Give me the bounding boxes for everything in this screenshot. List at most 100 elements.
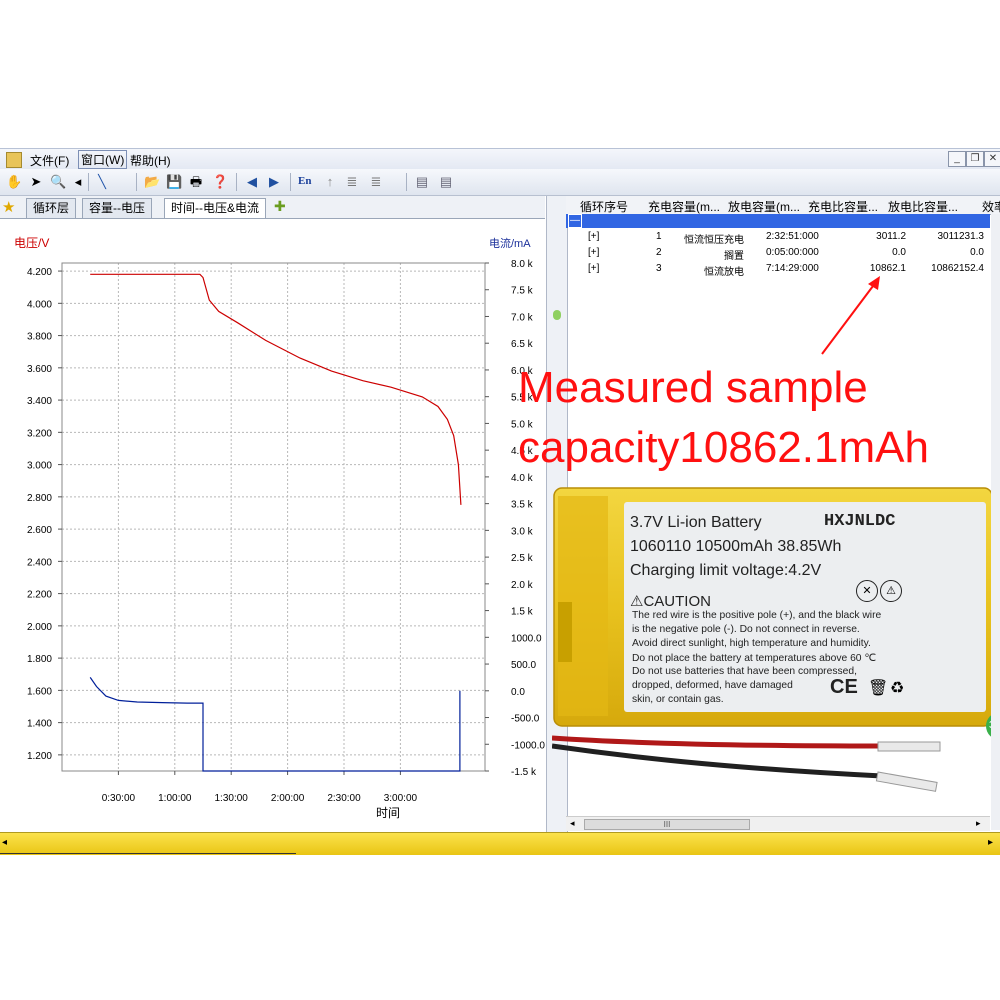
back-icon[interactable]: ◀ [244,174,260,190]
cursor-icon[interactable]: ◂ [70,174,86,190]
annotation-arrow [821,276,880,355]
table-row[interactable]: [+] 3 恒流放电 7:14:29:000 10862.1 10862152.… [566,262,990,278]
toolbar-separator [290,173,291,191]
step-index: 1 [656,231,662,242]
menu-window[interactable]: 窗口(W) [78,150,128,169]
y2-tick-label: -1000.0 [511,740,545,751]
vertical-scrollbar[interactable] [991,214,1000,830]
caution-text: CAUTION [643,593,711,610]
step-name: 搁置 [724,251,744,262]
table-icon-1[interactable]: ▤ [414,174,430,190]
help-icon[interactable]: ❓ [212,174,228,190]
col-header-discharge-specific-capacity[interactable]: 放电比容量... [888,198,958,215]
format-icon-2[interactable]: ≣ [368,174,384,190]
pin-icon[interactable]: ↑ [322,174,338,190]
expand-toggle[interactable]: [+] [588,247,599,258]
add-tab-icon[interactable]: ✚ [274,198,286,215]
minimize-button[interactable]: _ [948,151,966,167]
toolbar-separator [88,173,89,191]
y2-tick-label: 1.5 k [511,607,534,618]
col-header-charge-specific-capacity[interactable]: 充电比容量... [808,198,878,215]
hand-icon[interactable]: ✋ [6,174,22,190]
format-icon-1[interactable]: ≣ [344,174,360,190]
warning-line: Avoid direct sunlight, high temperature … [632,638,871,649]
y2-tick-label: 2.0 k [511,580,534,591]
close-button[interactable]: ✕ [984,151,1000,167]
scroll-right-icon[interactable]: ▸ [988,837,993,848]
warning-line: skin, or contain gas. [632,694,724,705]
y-tick-label: 2.800 [27,493,52,504]
print-icon[interactable]: 🖶 [188,174,204,190]
col-header-cycle-index[interactable]: 循环序号 [580,198,628,215]
star-icon[interactable]: ★ [2,198,15,216]
step-time: 2:32:51:000 [766,231,819,242]
recycle-icon: ♻ [890,680,905,697]
collapse-icon[interactable]: — [568,214,582,228]
current-series-line [89,677,461,772]
forward-icon[interactable]: ▶ [266,174,282,190]
lightbulb-icon [553,310,561,320]
tab-row: ★ 循环层 容量--电压 时间--电压&电流 ✚ [0,196,545,219]
col-header-discharge-capacity[interactable]: 放电容量(m... [728,198,800,215]
y2-tick-label: 7.5 k [511,286,534,297]
y2-tick-label: 3.0 k [511,526,534,537]
y-tick-label: 1.800 [27,654,52,665]
language-en-button[interactable]: En [298,175,311,187]
menu-help[interactable]: 帮助(H) [130,152,171,169]
y2-tick-label: 500.0 [511,660,536,671]
y-tick-label: 2.000 [27,622,52,633]
table-row[interactable]: [+] 1 恒流恒压充电 2:32:51:000 3011.2 3011231.… [566,230,990,246]
grid-header: 循环序号 充电容量(m... 放电容量(m... 充电比容量... 放电比容量.… [566,196,1000,215]
status-underline [0,853,296,854]
table-row[interactable]: [+] 2 搁置 0:05:00:000 0.0 0.0 [566,246,990,262]
y2-tick-label: 0.0 [511,687,525,698]
line-tool-icon[interactable]: ╲ [94,174,110,190]
scroll-left-icon[interactable]: ◂ [2,837,7,848]
expand-toggle[interactable]: [+] [588,231,599,242]
save-icon[interactable]: 💾 [166,174,182,190]
toolbar: ✋ ➤ 🔍 ◂ ╲ 📂 💾 🖶 ❓ ◀ ▶ En ↑ ≣ ≣ ▤ ▤ [0,169,1000,196]
y-tick-label: 3.800 [27,332,52,343]
scroll-thumb[interactable]: III [584,819,750,830]
step-name: 恒流放电 [704,267,744,278]
y-axis-label: 电压/V [14,236,49,250]
tab-cycle-layer[interactable]: 循环层 [26,198,77,218]
menu-bar: 文件(F) 窗口(W) 帮助(H) _ ❐ ✕ [0,148,1000,169]
pointer-icon[interactable]: ➤ [28,174,44,190]
col-header-charge-capacity[interactable]: 充电容量(m... [648,198,720,215]
y-tick-label: 2.200 [27,590,52,601]
y-tick-label: 1.600 [27,686,52,697]
col-header-efficiency[interactable]: 效率 [982,198,1000,215]
step-specific-capacity: 0.0 [970,247,984,258]
step-name: 恒流恒压充电 [684,235,744,246]
y2-tick-label: 1000.0 [511,633,542,644]
tab-capacity-voltage[interactable]: 容量--电压 [82,198,152,218]
restore-button[interactable]: ❐ [966,151,984,167]
zoom-icon[interactable]: 🔍 [50,174,66,190]
menu-file[interactable]: 文件(F) [30,152,69,169]
scroll-left-icon[interactable]: ◂ [570,818,575,829]
battery-line-3: Charging limit voltage:4.2V [630,562,822,579]
table-icon-2[interactable]: ▤ [438,174,454,190]
tab-time-voltage-current[interactable]: 时间--电压&电流 [164,198,266,218]
y-tick-label: 3.200 [27,428,52,439]
voltage-series-line [90,273,462,505]
selected-row[interactable]: — [566,214,990,228]
scroll-right-icon[interactable]: ▸ [976,818,981,829]
status-bar: ◂ ▸ [0,832,1000,855]
y-tick-label: 3.400 [27,396,52,407]
step-capacity: 0.0 [892,247,906,258]
step-specific-capacity: 3011231.3 [937,231,984,242]
open-folder-icon[interactable]: 📂 [144,174,160,190]
expand-toggle[interactable]: [+] [588,263,599,274]
x-axis-label: 时间 [376,806,400,820]
step-capacity: 3011.2 [876,231,906,242]
annotation-text: Measured sample capacity10862.1mAh [518,358,929,478]
y-tick-label: 4.000 [27,299,52,310]
y2-tick-label: 3.5 k [511,500,534,511]
warning-line: dropped, deformed, have damaged [632,680,793,691]
no-child-icon: ⚠ [880,580,902,602]
step-index: 3 [656,263,662,274]
toolbar-separator [406,173,407,191]
horizontal-scrollbar[interactable]: ◂ III ▸ [566,816,990,831]
